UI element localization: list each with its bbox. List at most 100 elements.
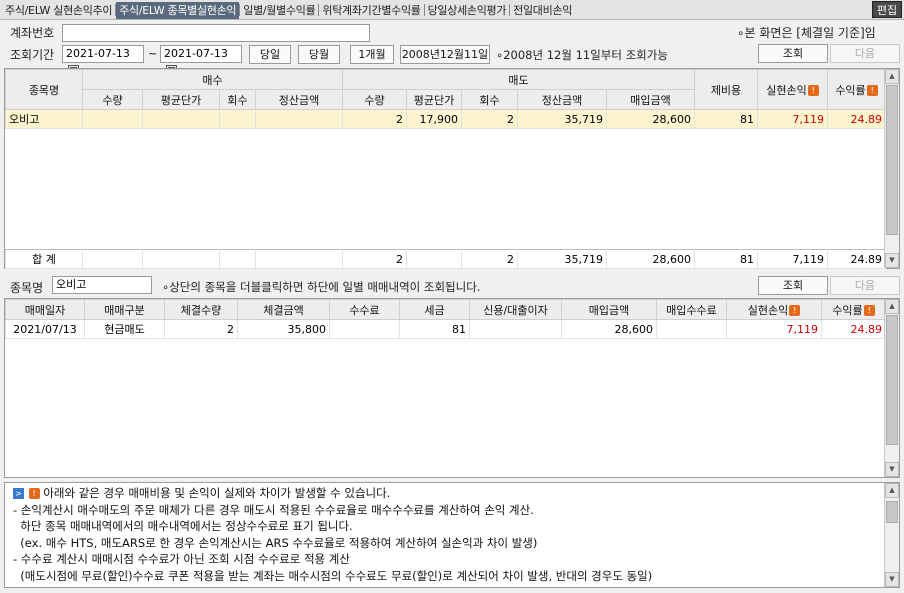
info-icon: > bbox=[13, 488, 24, 499]
tab-0[interactable]: 주식/ELW 실현손익추이 bbox=[2, 2, 115, 19]
today-button[interactable]: 당일 bbox=[249, 45, 291, 64]
col-header-buy: 매수 bbox=[82, 69, 343, 90]
col-header-buy-amt: 정산금액 bbox=[255, 89, 343, 110]
scroll-thumb[interactable] bbox=[886, 85, 898, 235]
stock-name-input[interactable]: 오비고 bbox=[52, 276, 152, 294]
one-month-button[interactable]: 1개월 bbox=[350, 45, 394, 64]
col-header-pnl: 실현손익! bbox=[726, 299, 822, 320]
query-button-lower[interactable]: 조회 bbox=[758, 276, 828, 295]
cell-buy-fee bbox=[656, 319, 727, 339]
pnl-header-label: 실현손익 bbox=[747, 303, 789, 317]
cell-interest bbox=[469, 319, 562, 339]
total-empty-cell bbox=[406, 249, 462, 269]
date-to-input[interactable]: 2021-07-13 bbox=[160, 45, 242, 76]
col-header-rate: 수익률! bbox=[827, 69, 886, 110]
notice-text: 아래와 같은 경우 매매비용 및 손익이 실제와 차이가 발생할 수 있습니다. bbox=[43, 486, 391, 500]
summary-scrollbar[interactable]: ▲ ▼ bbox=[884, 69, 899, 268]
total-empty-cell bbox=[142, 249, 220, 269]
total-row: 합 계 2 2 35,719 28,600 81 7,119 24.89 bbox=[5, 249, 886, 269]
next-button-lower[interactable]: 다음 bbox=[830, 276, 900, 295]
total-sell-cnt: 2 bbox=[461, 249, 518, 269]
scroll-down-icon[interactable]: ▼ bbox=[885, 462, 899, 477]
query-button[interactable]: 조회 bbox=[758, 44, 828, 63]
scroll-thumb[interactable] bbox=[886, 501, 898, 523]
summary-total-table: 합 계 2 2 35,719 28,600 81 7,119 24.89 bbox=[5, 249, 886, 269]
scroll-up-icon[interactable]: ▲ bbox=[885, 69, 899, 84]
total-rate: 24.89 bbox=[827, 249, 886, 269]
notice-scrollbar[interactable]: ▲ ▼ bbox=[884, 483, 899, 587]
cell-rate: 24.89 bbox=[821, 319, 886, 339]
summary-table: 종목명 매수 매도 제비용 실현손익! 수익률! 수량 평균단가 회수 정산금액… bbox=[5, 69, 886, 129]
total-empty-cell bbox=[219, 249, 256, 269]
warning-icon[interactable]: ! bbox=[789, 305, 801, 316]
detail-scrollbar[interactable]: ▲ ▼ bbox=[884, 299, 899, 477]
detail-table: 매매일자 매매구분 체결수량 체결금액 수수료 세금 신용/대출이자 매입금액 … bbox=[5, 299, 886, 339]
col-header-sell-amt: 정산금액 bbox=[517, 89, 607, 110]
notice-line: > ! 아래와 같은 경우 매매비용 및 손익이 실제와 차이가 발생할 수 있… bbox=[13, 485, 875, 502]
rate-header-label: 수익률 bbox=[832, 303, 863, 317]
cell-rate: 24.89 bbox=[827, 109, 886, 129]
scroll-thumb[interactable] bbox=[886, 315, 898, 445]
scroll-down-icon[interactable]: ▼ bbox=[885, 253, 899, 268]
col-header-trade-type: 매매구분 bbox=[84, 299, 165, 320]
edit-button[interactable]: 편집 bbox=[872, 1, 902, 18]
col-header-sell-cnt: 회수 bbox=[461, 89, 518, 110]
account-label: 계좌번호 bbox=[10, 26, 55, 40]
notice-line: - 손익계산시 매수매도의 주문 매체가 다른 경우 매도시 적용된 수수료율로… bbox=[13, 502, 534, 517]
cell-sell-amt: 35,719 bbox=[517, 109, 607, 129]
total-label: 합 계 bbox=[5, 249, 83, 269]
cell-sell-avg: 17,900 bbox=[406, 109, 462, 129]
next-button[interactable]: 다음 bbox=[830, 44, 900, 63]
col-header-trade-date: 매매일자 bbox=[5, 299, 85, 320]
tab-3[interactable]: 위탁계좌기간별수익률 bbox=[319, 2, 423, 19]
notice-panel: > ! 아래와 같은 경우 매매비용 및 손익이 실제와 차이가 발생할 수 있… bbox=[4, 482, 900, 588]
date-from-input[interactable]: 2021-07-13 bbox=[62, 45, 144, 76]
notice-line: (매도시점에 무료(할인)수수료 쿠폰 적용을 받는 계좌는 매수시점의 수수료… bbox=[13, 568, 653, 583]
tilde: ~ bbox=[148, 47, 158, 60]
col-header-buy-avg: 평균단가 bbox=[142, 89, 220, 110]
cell-fee: 81 bbox=[694, 109, 758, 129]
cell-buy-amt bbox=[255, 109, 343, 129]
col-header-fee: 제비용 bbox=[694, 69, 758, 110]
cell-name: 오비고 bbox=[5, 109, 83, 129]
col-header-exec-amt: 체결금액 bbox=[237, 299, 330, 320]
cell-buy-amt: 28,600 bbox=[561, 319, 657, 339]
scroll-down-icon[interactable]: ▼ bbox=[885, 572, 899, 587]
date-from-value: 2021-07-13 bbox=[66, 47, 130, 60]
tab-5[interactable]: 전일대비손익 bbox=[510, 2, 575, 19]
warning-icon[interactable]: ! bbox=[863, 305, 875, 316]
cell-pnl: 7,119 bbox=[726, 319, 822, 339]
col-header-sell-qty: 수량 bbox=[342, 89, 407, 110]
cell-buy-avg bbox=[142, 109, 220, 129]
scroll-up-icon[interactable]: ▲ bbox=[885, 299, 899, 314]
tab-1[interactable]: 주식/ELW 종목별실현손익 bbox=[116, 1, 240, 19]
tab-4[interactable]: 당일상세손익평가 bbox=[425, 2, 510, 19]
total-pnl: 7,119 bbox=[757, 249, 828, 269]
tab-list: 주식/ELW 실현손익추이 주식/ELW 종목별실현손익 일별/월별수익률 위탁계좌기… bbox=[0, 0, 904, 20]
tab-2[interactable]: 일별/월별수익률 bbox=[240, 2, 318, 19]
col-header-name: 종목명 bbox=[5, 69, 83, 110]
cell-sell-cnt: 2 bbox=[461, 109, 518, 129]
this-month-button[interactable]: 당월 bbox=[298, 45, 340, 64]
stock-name-label: 종목명 bbox=[10, 281, 44, 295]
screen-notice: ∘본 화면은 [체결일 기준]임 bbox=[737, 26, 876, 40]
scroll-up-icon[interactable]: ▲ bbox=[885, 483, 899, 498]
table-row[interactable]: 오비고 2 17,900 2 35,719 28,600 81 7,119 24… bbox=[5, 109, 886, 129]
col-header-rate: 수익률! bbox=[821, 299, 886, 320]
warning-icon[interactable]: ! bbox=[866, 85, 878, 96]
pnl-header-label: 실현손익 bbox=[766, 83, 807, 97]
account-input[interactable] bbox=[62, 24, 370, 42]
col-header-sell-avg: 평균단가 bbox=[406, 89, 462, 110]
notice-line: - 수수료 계산시 매매시점 수수료가 아닌 조회 시점 수수료로 적용 계산 bbox=[13, 552, 350, 566]
warning-icon[interactable]: ! bbox=[807, 85, 819, 96]
table-row[interactable]: 2021/07/13 현금매도 2 35,800 81 28,600 7,119… bbox=[5, 319, 886, 339]
col-header-buy-amt: 매입금액 bbox=[561, 299, 657, 320]
total-fee: 81 bbox=[694, 249, 758, 269]
col-header-buy-cnt: 회수 bbox=[219, 89, 256, 110]
col-header-exec-qty: 체결수량 bbox=[164, 299, 238, 320]
col-header-tax: 세금 bbox=[399, 299, 470, 320]
summary-grid: 종목명 매수 매도 제비용 실현손익! 수익률! 수량 평균단가 회수 정산금액… bbox=[4, 68, 900, 269]
date-display: 2008년12월11일 bbox=[400, 45, 490, 64]
cell-trade-date: 2021/07/13 bbox=[5, 319, 85, 339]
col-header-buy-fee: 매입수수료 bbox=[656, 299, 727, 320]
